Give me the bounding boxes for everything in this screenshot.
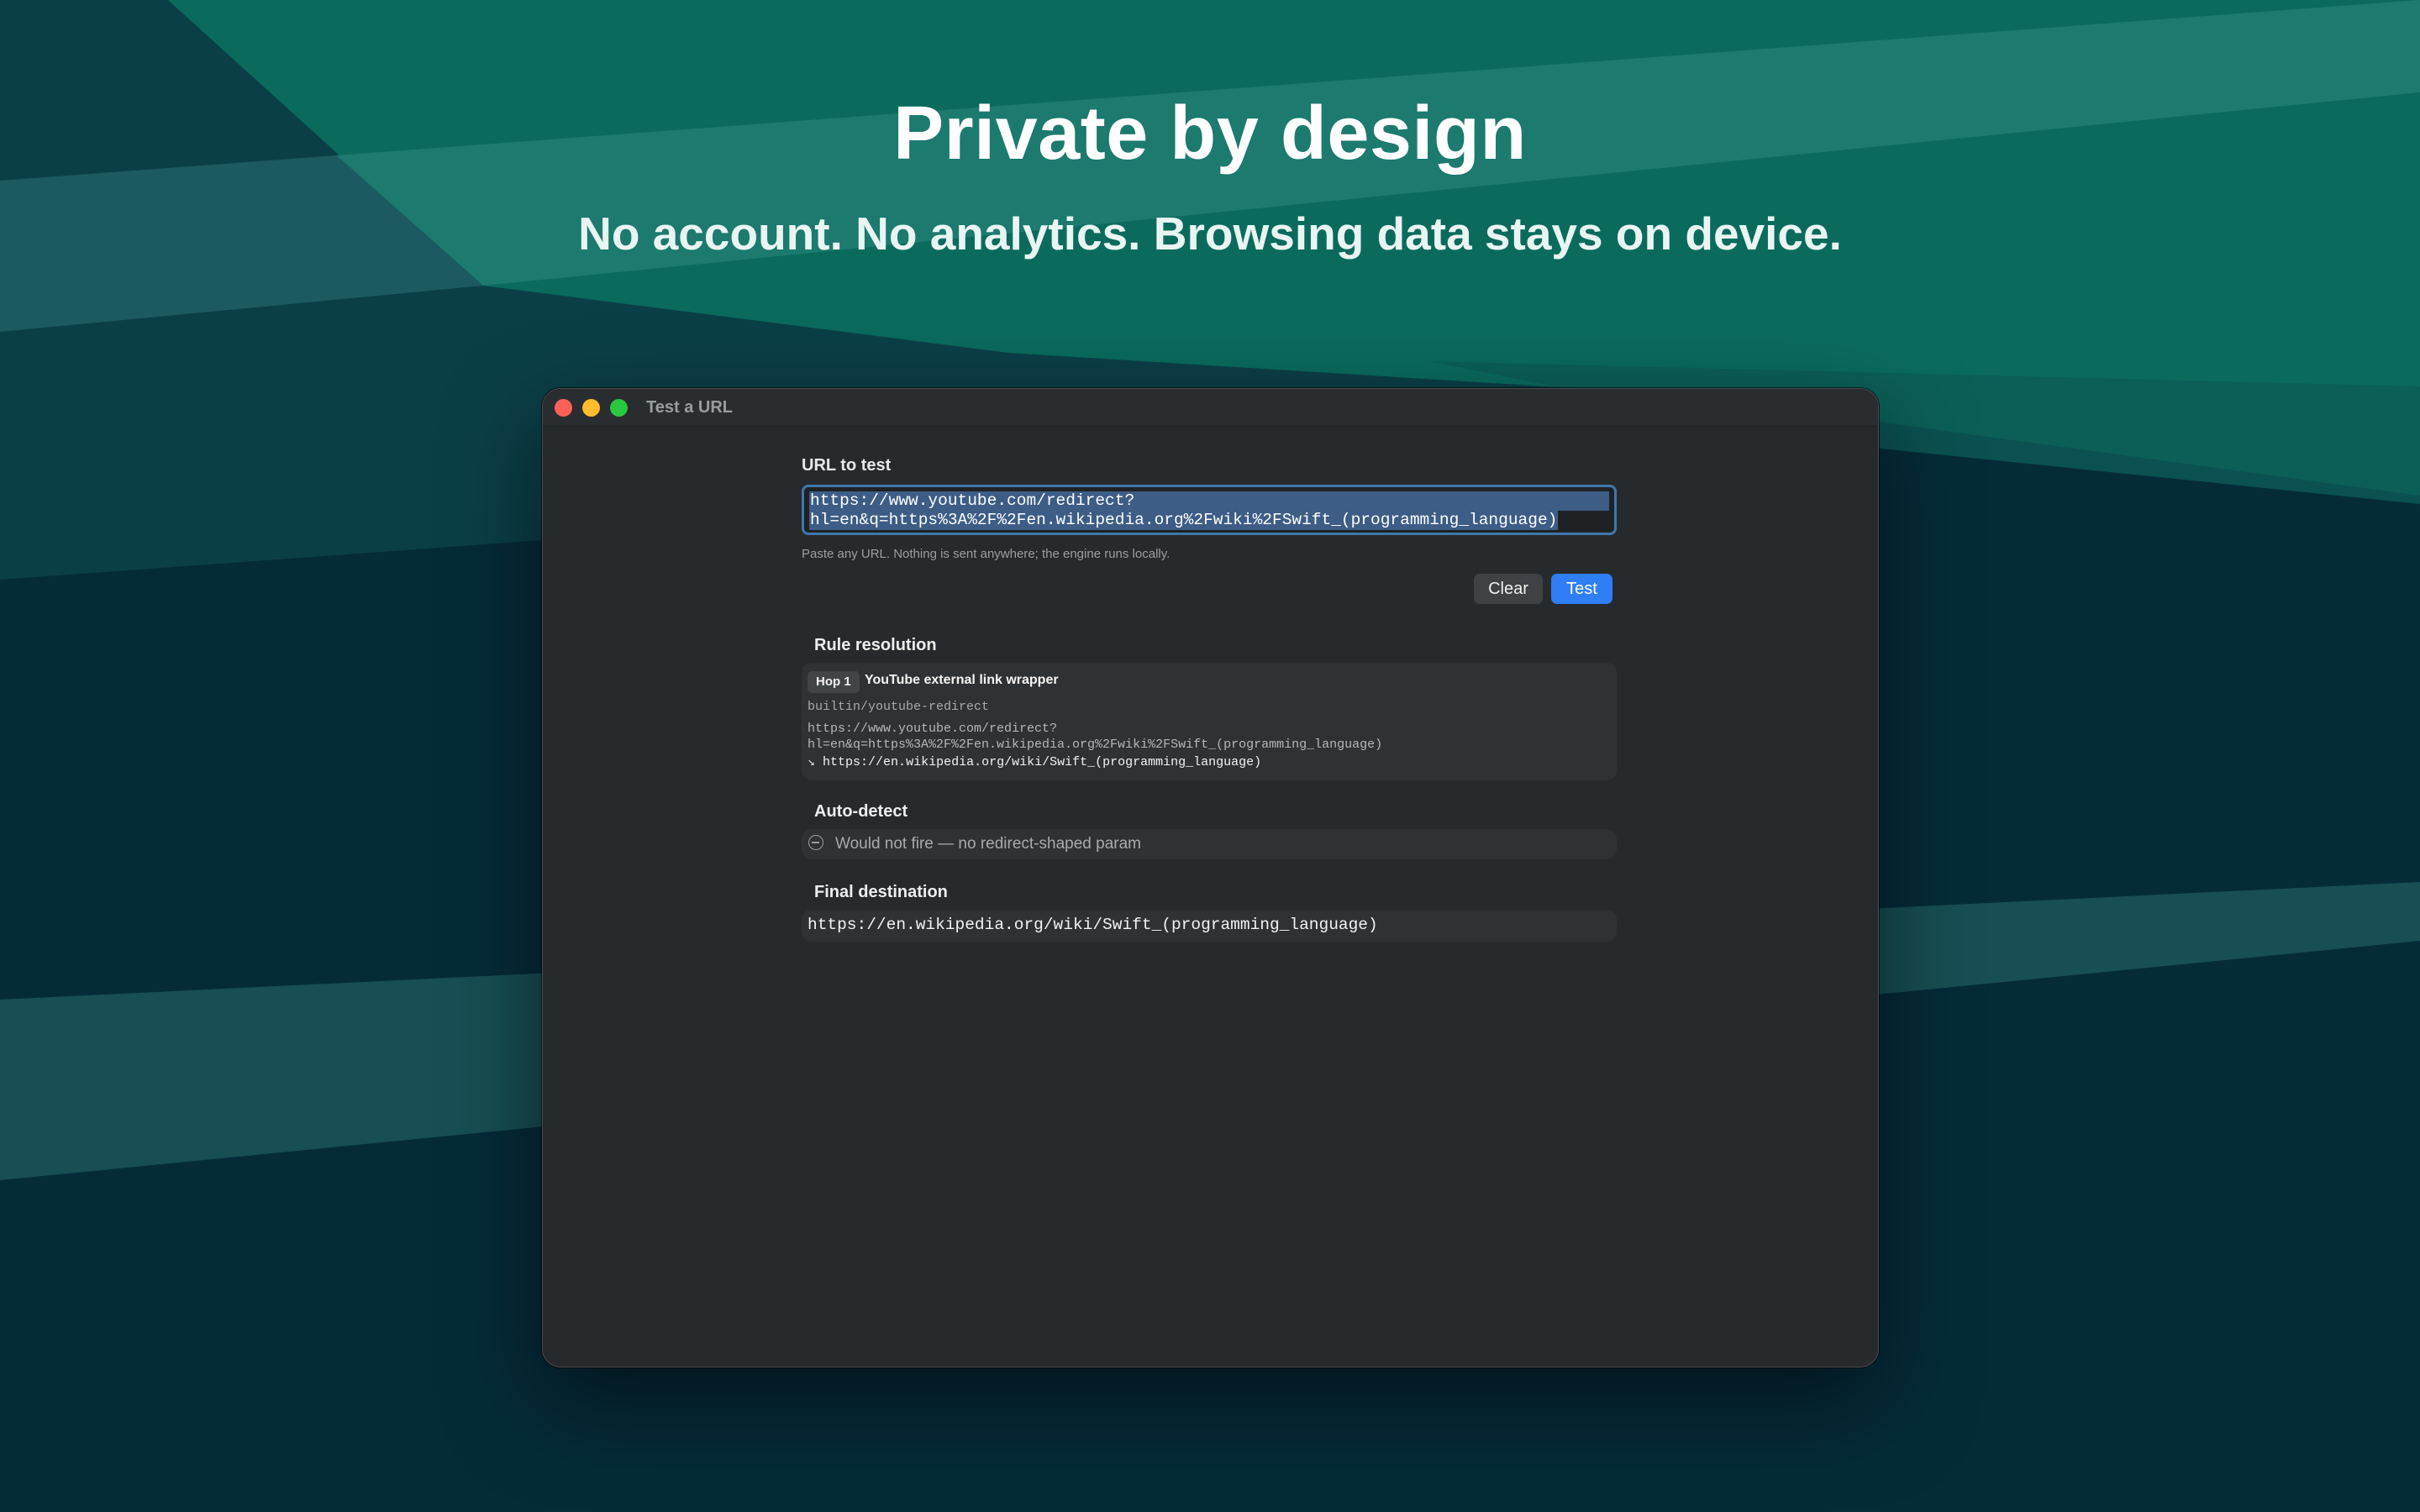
test-url-window: Test a URL URL to test https://www.youtu… (542, 388, 1879, 1368)
hero-subtitle: No account. No analytics. Browsing data … (578, 207, 1842, 260)
hop-source-url: https://www.youtube.com/redirect? hl=en&q… (808, 722, 1382, 753)
url-input-line-1: https://www.youtube.com/redirect? (809, 491, 1609, 511)
hop-badge: Hop 1 (808, 671, 860, 693)
hop-source-line-1: https://www.youtube.com/redirect? (808, 722, 1058, 736)
hop-output-url: ↘ https://en.wikipedia.org/wiki/Swift_(p… (808, 755, 1261, 771)
final-destination-url[interactable]: https://en.wikipedia.org/wiki/Swift_(pro… (808, 916, 1378, 934)
close-window-button[interactable] (555, 399, 572, 417)
url-field-label: URL to test (802, 456, 892, 475)
minus-circle-icon (808, 835, 823, 850)
url-hint-text: Paste any URL. Nothing is sent anywhere;… (802, 547, 1171, 561)
rule-resolution-panel: Hop 1 YouTube external link wrapper buil… (802, 663, 1617, 780)
hop-rule-id: builtin/youtube-redirect (808, 700, 990, 714)
hop-source-line-2: hl=en&q=https%3A%2F%2Fen.wikipedia.org%2… (808, 737, 1383, 752)
rule-resolution-title: Rule resolution (814, 636, 937, 654)
clear-button[interactable]: Clear (1474, 574, 1543, 604)
url-input[interactable]: https://www.youtube.com/redirect? hl=en&… (802, 485, 1617, 535)
hop-output-text: https://en.wikipedia.org/wiki/Swift_(pro… (823, 755, 1262, 769)
url-input-line-2: hl=en&q=https%3A%2F%2Fen.wikipedia.org%2… (809, 511, 1559, 530)
maximize-window-button[interactable] (610, 399, 628, 417)
window-title: Test a URL (646, 398, 733, 417)
auto-detect-panel: Would not fire — no redirect-shaped para… (802, 829, 1617, 859)
window-titlebar[interactable]: Test a URL (543, 389, 1878, 427)
final-destination-panel: https://en.wikipedia.org/wiki/Swift_(pro… (802, 910, 1617, 942)
hero-title: Private by design (893, 92, 1527, 176)
test-button[interactable]: Test (1551, 574, 1612, 604)
auto-detect-title: Auto-detect (814, 802, 908, 821)
arrow-down-right-icon: ↘ (808, 755, 816, 769)
auto-detect-result: Would not fire — no redirect-shaped para… (835, 835, 1141, 853)
final-destination-title: Final destination (814, 883, 948, 901)
minimize-window-button[interactable] (582, 399, 600, 417)
hop-rule-name: YouTube external link wrapper (865, 673, 1059, 687)
